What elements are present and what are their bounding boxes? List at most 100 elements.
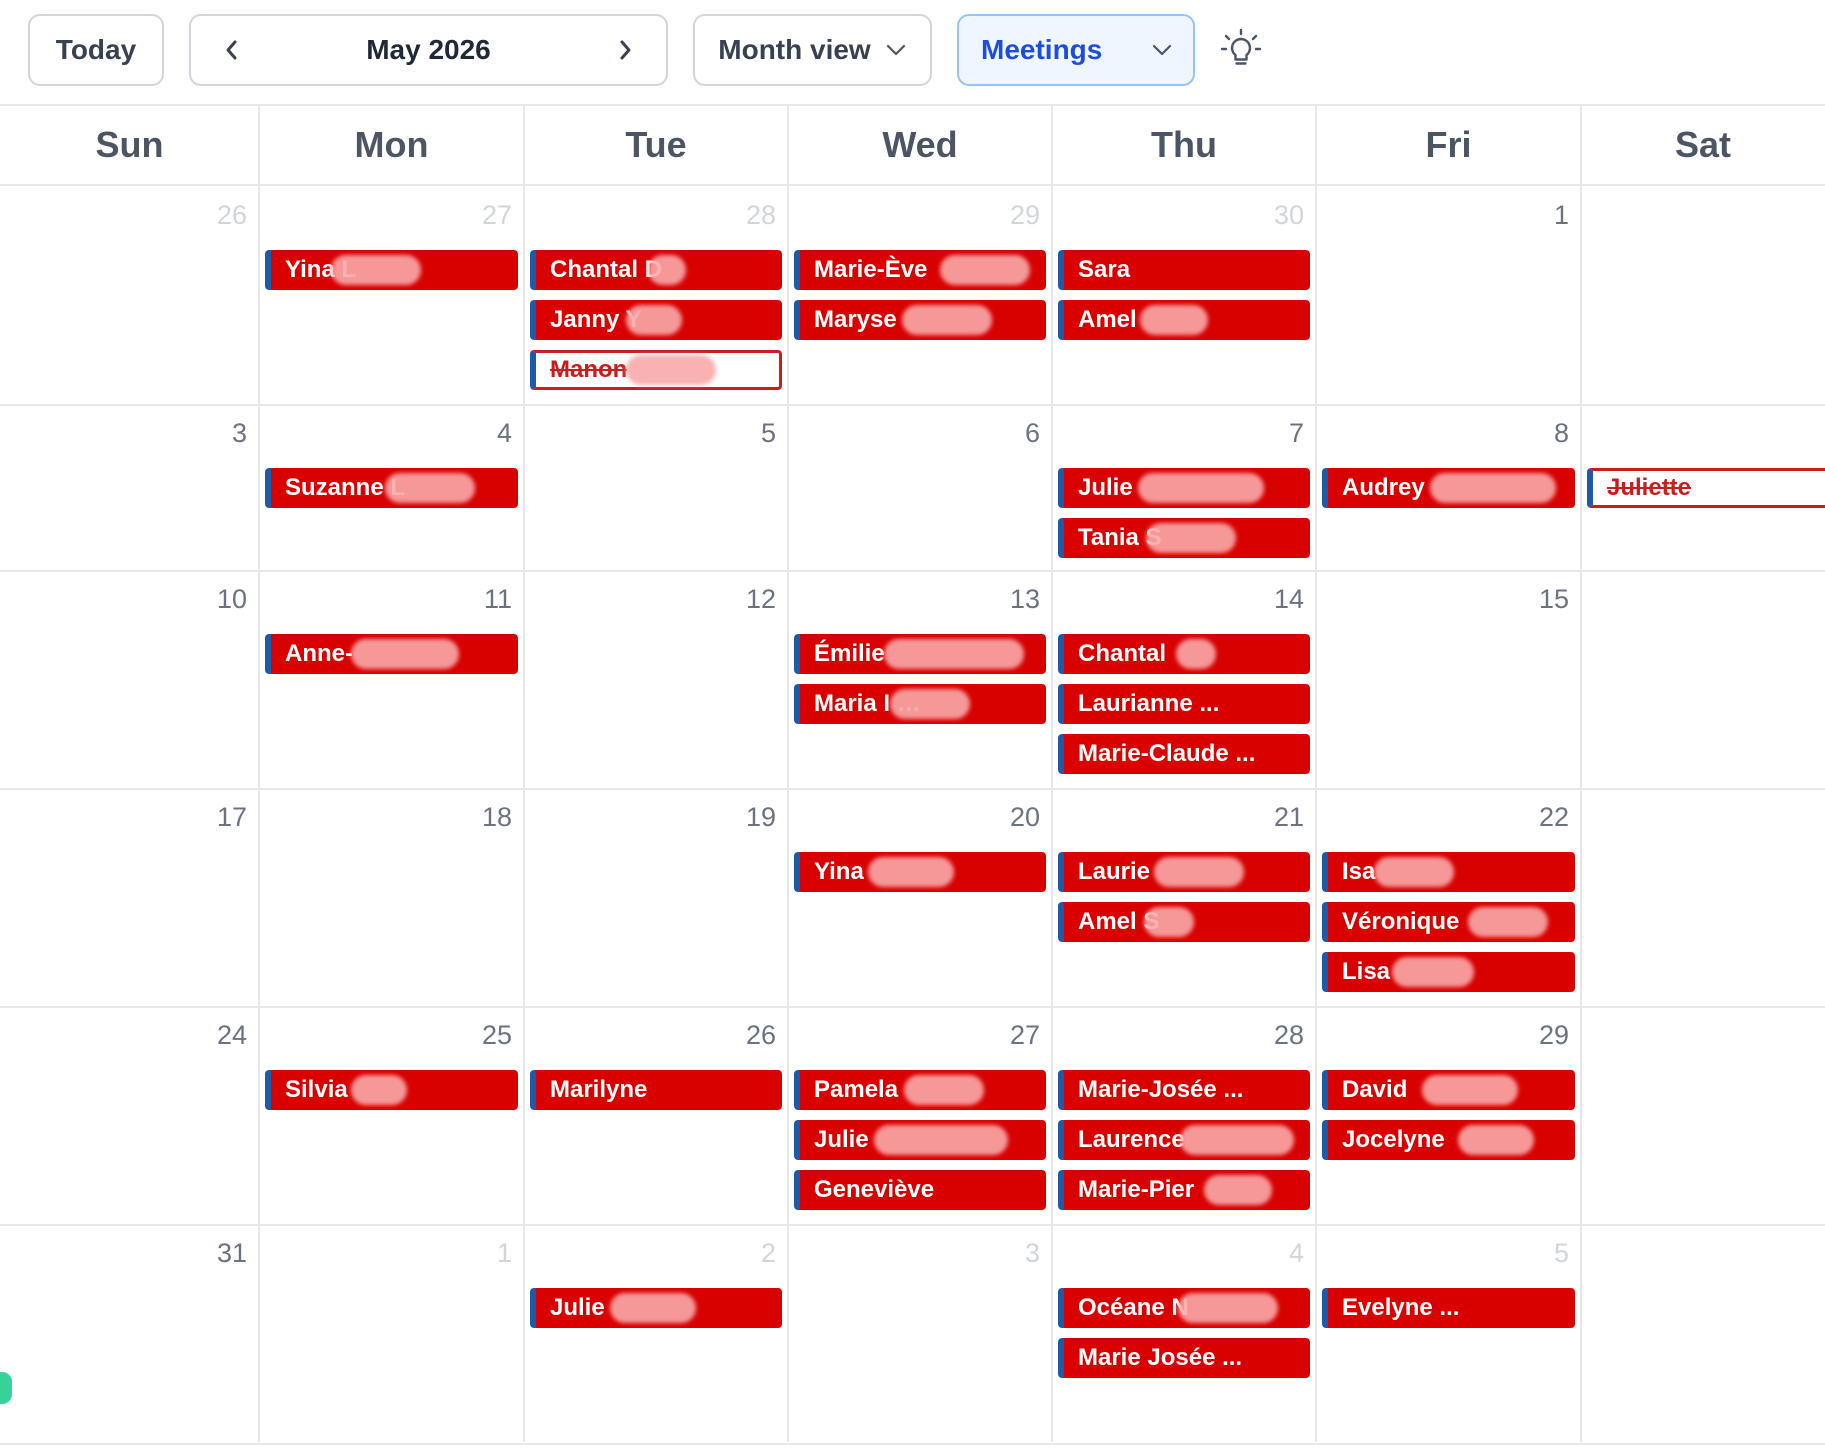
event-title: Manon	[550, 356, 628, 383]
cancelled-event[interactable]: Juliette	[1587, 468, 1825, 508]
chevron-left-icon	[226, 40, 237, 60]
weekday-header-mon: Mon	[259, 106, 524, 186]
calendar-event[interactable]: Marie-Pier	[1058, 1170, 1310, 1210]
weekday-header-sat: Sat	[1581, 106, 1825, 186]
event-title: Océane N	[1078, 1294, 1189, 1321]
day-number: 12	[745, 584, 776, 614]
previous-month-button[interactable]	[217, 35, 247, 65]
event-title: Silvia	[285, 1076, 348, 1103]
day-cell[interactable]	[1581, 186, 1825, 404]
day-number: 28	[745, 200, 776, 230]
day-number: 3	[1024, 1238, 1040, 1268]
day-number: 19	[745, 802, 776, 832]
event-title: Marie-Ève	[814, 256, 928, 283]
calendar-event[interactable]: Marilyne	[530, 1070, 782, 1110]
redaction-blur	[351, 639, 459, 669]
redaction-blur	[1204, 1175, 1272, 1205]
event-title: Véronique	[1342, 908, 1460, 935]
redaction-blur	[1178, 1293, 1278, 1323]
day-number: 26	[745, 1020, 776, 1050]
event-title: Laurence	[1078, 1126, 1185, 1153]
day-number: 26	[216, 200, 247, 230]
today-button[interactable]: Today	[28, 14, 164, 86]
redaction-blur	[626, 305, 682, 335]
redaction-blur	[1430, 473, 1556, 503]
day-number: 4	[496, 418, 512, 448]
calendar-toolbar: Today May 2026 Month view Meetings	[0, 0, 1825, 104]
event-title: Pamela	[814, 1076, 899, 1103]
calendar-event[interactable]: Marie-Josée ...	[1058, 1070, 1310, 1110]
calendar-event[interactable]: Sara	[1058, 250, 1310, 290]
today-label: Today	[55, 34, 137, 65]
day-number: 1	[496, 1238, 512, 1268]
day-number: 13	[1009, 584, 1040, 614]
day-number: 29	[1538, 1020, 1569, 1050]
next-month-button[interactable]	[610, 35, 640, 65]
view-selector-label: Month view	[718, 34, 871, 65]
event-title: Yina	[814, 858, 864, 885]
day-number: 27	[1009, 1020, 1040, 1050]
event-title: Jocelyne	[1342, 1126, 1445, 1153]
event-title: Marie-Claude ...	[1078, 740, 1256, 767]
event-title: Amel	[1078, 306, 1137, 333]
event-title: Marie Josée ...	[1078, 1344, 1243, 1371]
month-grid: Sun Mon Tue Wed Thu Fri Sat 26 27 Yina L 28 Chantal…	[0, 104, 1825, 1444]
status-indicator-icon	[0, 1372, 12, 1404]
day-number: 29	[1009, 200, 1040, 230]
redaction-blur	[1468, 907, 1548, 937]
redaction-blur	[648, 255, 686, 285]
redaction-blur	[351, 1075, 407, 1105]
redaction-blur	[1392, 957, 1474, 987]
day-number: 22	[1538, 802, 1569, 832]
day-number: 10	[216, 584, 247, 614]
redaction-blur	[1144, 907, 1194, 937]
redaction-blur	[1138, 473, 1264, 503]
event-title: Marie-Pier	[1078, 1176, 1195, 1203]
redaction-blur	[1458, 1125, 1534, 1155]
divider	[0, 1443, 1825, 1445]
redaction-blur	[1180, 1125, 1294, 1155]
event-title: Marie-Josée ...	[1078, 1076, 1244, 1103]
calendar-event[interactable]: Jocelyne	[1322, 1120, 1575, 1160]
weekday-header-fri: Fri	[1316, 106, 1581, 186]
redaction-blur	[1374, 857, 1454, 887]
event-title: Juliette	[1607, 474, 1692, 501]
event-title: Marilyne	[550, 1076, 648, 1103]
day-number: 14	[1273, 584, 1304, 614]
calendar-filter-label: Meetings	[981, 34, 1103, 65]
day-number: 6	[1024, 418, 1040, 448]
event-title: Laurianne ...	[1078, 690, 1220, 717]
event-title: Maryse	[814, 306, 897, 333]
day-number: 20	[1009, 802, 1040, 832]
event-title: Chantal	[1078, 640, 1167, 667]
day-number: 1	[1779, 584, 1825, 615]
day-number: 3	[1779, 1020, 1825, 1051]
day-cell[interactable]	[1581, 1224, 1825, 1442]
redaction-blur	[874, 1125, 1008, 1155]
weekday-header-sun: Sun	[0, 106, 259, 186]
event-title: Chantal D	[550, 256, 663, 283]
view-selector[interactable]: Month view	[693, 14, 932, 86]
weekday-header-tue: Tue	[524, 106, 788, 186]
day-number: 5	[1553, 1238, 1569, 1268]
calendar-filter-selector[interactable]: Meetings	[957, 14, 1195, 86]
redaction-blur	[890, 689, 970, 719]
lightbulb-icon[interactable]	[1219, 28, 1263, 72]
redaction-blur	[1146, 523, 1236, 553]
redaction-blur	[1154, 857, 1244, 887]
calendar-event[interactable]: Marie-Claude ...	[1058, 734, 1310, 774]
calendar-event[interactable]: Evelyne ...	[1322, 1288, 1575, 1328]
calendar-event[interactable]: Laurianne ...	[1058, 684, 1310, 724]
event-title: Audrey	[1342, 474, 1425, 501]
day-number: 17	[216, 802, 247, 832]
event-title: Sara	[1078, 256, 1131, 283]
day-number: 31	[216, 1238, 247, 1268]
redaction-blur	[331, 255, 421, 285]
event-title: Geneviève	[814, 1176, 935, 1203]
day-number: 8	[1553, 418, 1569, 448]
day-number: 18	[481, 802, 512, 832]
calendar-event[interactable]: Marie Josée ...	[1058, 1338, 1310, 1378]
event-title: Émilie	[814, 640, 885, 667]
calendar-event[interactable]: Geneviève	[794, 1170, 1046, 1210]
day-number: 4	[1288, 1238, 1304, 1268]
